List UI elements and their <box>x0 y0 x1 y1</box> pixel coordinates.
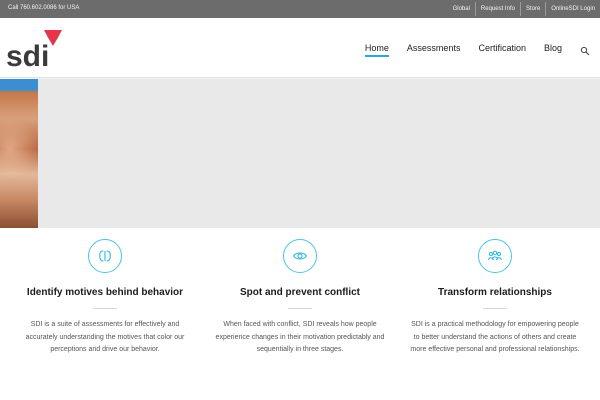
top-link-store[interactable]: Store <box>521 3 545 15</box>
site-header: sdi Home Assessments Certification Blog <box>0 18 600 78</box>
main-nav: Home Assessments Certification Blog <box>364 18 600 78</box>
feature-title: Transform relationships <box>438 287 552 298</box>
top-links: Global Request Info Store OnlineSDI Logi… <box>448 0 600 18</box>
nav-blog[interactable]: Blog <box>544 43 562 53</box>
feature-title: Spot and prevent conflict <box>239 287 360 298</box>
search-icon[interactable] <box>580 43 590 56</box>
divider <box>483 308 507 309</box>
feature-text: SDI is a practical methodology for empow… <box>410 321 580 353</box>
feature-text: When faced with conflict, SDI reveals ho… <box>215 321 385 353</box>
phone-number: Call 760.602.0086 for USA <box>8 5 80 11</box>
top-bar: Call 760.602.0086 for USA Global Request… <box>0 0 600 18</box>
feature-motives: Identify motives behind behavior SDI is … <box>5 228 205 400</box>
hero-photo <box>0 79 38 228</box>
hero-banner <box>0 79 600 228</box>
feature-text: SDI is a suite of assessments for effect… <box>25 321 185 353</box>
sdi-logo[interactable]: sdi <box>6 28 64 73</box>
feature-relationships: Transform relationships SDI is a practic… <box>395 228 595 400</box>
feature-title: Identify motives behind behavior <box>26 287 184 298</box>
nav-home[interactable]: Home <box>364 43 389 57</box>
top-link-global[interactable]: Global <box>448 3 475 15</box>
nav-certification[interactable]: Certification <box>478 43 526 53</box>
top-link-request-info[interactable]: Request Info <box>476 3 520 15</box>
sdi-logo-mark: sdi <box>6 30 62 73</box>
top-link-online-login[interactable]: OnlineSDI Login <box>546 3 600 15</box>
feature-conflict: Spot and prevent conflict When faced wit… <box>200 228 400 400</box>
divider <box>288 308 312 309</box>
divider <box>93 308 117 309</box>
nav-assessments[interactable]: Assessments <box>407 43 461 53</box>
brain-icon <box>88 239 122 273</box>
people-icon <box>478 239 512 273</box>
logo-text: sdi <box>6 40 49 70</box>
features-section: Identify motives behind behavior SDI is … <box>0 228 600 400</box>
eye-icon <box>283 239 317 273</box>
